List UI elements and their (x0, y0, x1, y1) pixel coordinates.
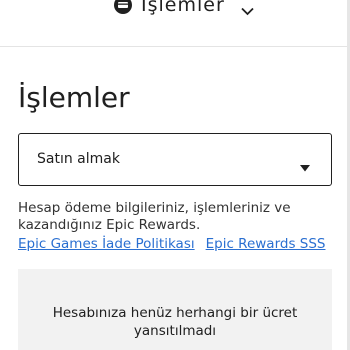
page-title: İşlemler (18, 81, 130, 114)
transactions-page: İşlemler İşlemler Satın almak Hesap ödem… (0, 0, 350, 350)
chevron-down-icon (241, 1, 254, 15)
select-value: Satın almak (37, 151, 120, 167)
empty-state-message: Hesabınıza henüz herhangi bir ücret yans… (52, 305, 298, 339)
transactions-icon (113, 0, 133, 15)
rewards-faq-link[interactable]: Epic Rewards SSS (206, 236, 326, 253)
section-header: İşlemler (0, 0, 350, 47)
empty-state-panel: Hesabınıza henüz herhangi bir ücret yans… (18, 269, 332, 350)
section-menu-toggle[interactable]: İşlemler (113, 0, 254, 19)
description-text: Hesap ödeme bilgileriniz, işlemleriniz v… (18, 200, 291, 233)
dropdown-arrow-icon (300, 157, 310, 172)
help-links: Epic Games İade Politikası Epic Rewards … (18, 236, 325, 253)
section-title: İşlemler (141, 0, 225, 16)
refund-policy-link[interactable]: Epic Games İade Politikası (18, 236, 195, 253)
transaction-type-select[interactable]: Satın almak (18, 133, 332, 186)
